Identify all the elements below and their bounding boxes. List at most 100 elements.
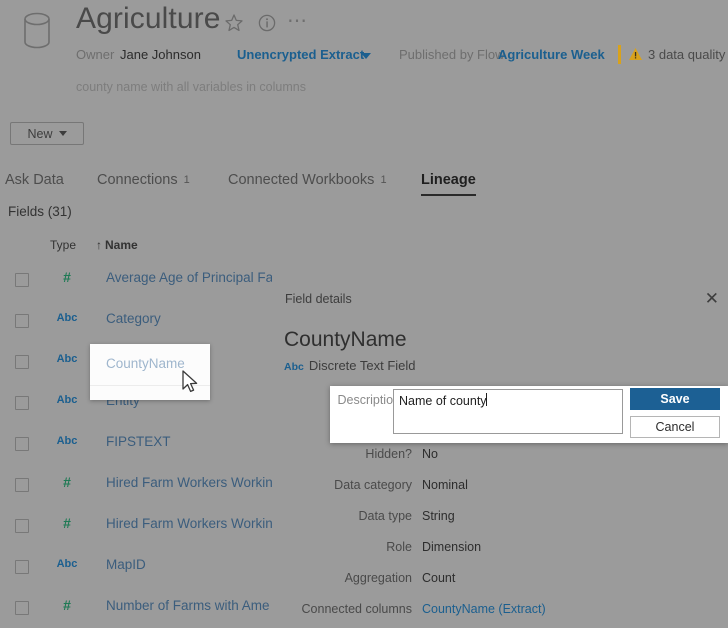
tab-lineage[interactable]: Lineage (421, 172, 476, 196)
property-value: No (422, 447, 438, 461)
tab-connections[interactable]: Connections 1 (97, 172, 190, 188)
cancel-button[interactable]: Cancel (630, 416, 720, 438)
sort-ascending-icon: ↑ (96, 238, 102, 252)
field-name-link[interactable]: MapID (106, 557, 146, 572)
numeric-type-icon: # (63, 515, 71, 531)
row-checkbox[interactable] (15, 437, 29, 451)
property-value: Count (422, 571, 456, 585)
row-checkbox[interactable] (15, 478, 29, 492)
chevron-down-icon (58, 131, 67, 136)
abc-icon: Abc (284, 361, 304, 373)
extract-type-link[interactable]: Unencrypted Extract (237, 47, 364, 62)
flow-name-link[interactable]: Agriculture Week (498, 47, 605, 62)
tab-connected-workbooks[interactable]: Connected Workbooks 1 (228, 172, 387, 188)
numeric-type-icon: # (63, 597, 71, 613)
abc-type-icon: Abc (56, 353, 78, 365)
table-row[interactable]: Abc FIPSTEXT (0, 426, 272, 467)
abc-type-icon: Abc (56, 558, 78, 570)
field-details-panel: Field details ✕ CountyName Abc Discrete T… (272, 290, 728, 628)
property-value: Nominal (422, 478, 468, 492)
save-button-label: Save (660, 392, 690, 406)
field-property-row: Data type String (272, 509, 728, 537)
table-row[interactable]: # Average Age of Principal Farm Operators… (0, 262, 272, 303)
property-value: Dimension (422, 540, 482, 554)
property-label: Connected columns (301, 602, 412, 616)
divider (618, 45, 621, 64)
row-checkbox[interactable] (15, 519, 29, 533)
tab-count: 1 (183, 174, 190, 186)
property-value-link[interactable]: CountyName (Extract) (422, 602, 546, 616)
row-checkbox[interactable] (15, 396, 29, 410)
property-label: Aggregation (344, 571, 412, 585)
fields-table: # Average Age of Principal Farm Operators… (0, 262, 272, 628)
field-details-name: CountyName (284, 328, 407, 351)
property-value: String (422, 509, 455, 523)
field-name-link[interactable]: Number of Farms with Ame (106, 598, 270, 613)
property-label: Role (386, 540, 412, 554)
row-checkbox[interactable] (15, 273, 29, 287)
dimmed-page-background: Agriculture ⋯ Owner Jane Johnson Unencry… (0, 0, 728, 628)
field-type-label: Discrete Text Field (308, 358, 416, 373)
property-label: Hidden? (365, 447, 412, 461)
tab-count: 1 (380, 174, 387, 186)
table-row[interactable]: Abc Category (0, 303, 272, 344)
close-icon[interactable]: ✕ (705, 290, 719, 307)
table-row[interactable]: Abc MapID (0, 549, 272, 590)
save-button[interactable]: Save (630, 388, 720, 410)
abc-type-icon: Abc (56, 435, 78, 447)
column-header-name[interactable]: ↑ Name (96, 238, 138, 252)
datasource-description: county name with all variables in column… (76, 80, 306, 94)
table-row[interactable]: # Number of Farms with Ame (0, 590, 272, 628)
table-row[interactable]: # Hired Farm Workers Working (0, 467, 272, 508)
column-header-name-label: Name (105, 238, 138, 252)
description-input[interactable] (393, 389, 623, 434)
row-checkbox[interactable] (15, 314, 29, 328)
new-button[interactable]: New (10, 122, 84, 145)
countyname-popup-label: CountyName (106, 356, 185, 371)
table-row[interactable]: # Hired Farm Workers Working (0, 508, 272, 549)
row-checkbox[interactable] (15, 601, 29, 615)
field-name-link[interactable]: Average Age of Principal Farm Operators:… (106, 270, 272, 285)
field-details-title: Field details (285, 292, 352, 306)
abc-type-icon: Abc (56, 394, 78, 406)
field-property-row: Connected columns CountyName (Extract) (272, 602, 728, 628)
cancel-button-label: Cancel (655, 420, 695, 434)
row-checkbox[interactable] (15, 560, 29, 574)
tab-label: Ask Data (5, 172, 64, 188)
numeric-type-icon: # (63, 474, 71, 490)
chevron-down-icon[interactable] (361, 53, 371, 59)
tab-label: Connected Workbooks (228, 172, 375, 188)
description-editor-modal: Description Save Cancel (330, 386, 728, 443)
property-label: Data category (334, 478, 412, 492)
star-icon[interactable] (224, 13, 244, 38)
warning-triangle-icon (628, 47, 643, 64)
fields-heading: Fields (31) (8, 204, 72, 219)
field-property-row: Data category Nominal (272, 478, 728, 506)
abc-type-icon: Abc (56, 312, 78, 324)
page-title: Agriculture (76, 2, 221, 35)
numeric-type-icon: # (63, 269, 71, 285)
field-name-link[interactable]: Hired Farm Workers Working (106, 516, 272, 531)
field-name-link[interactable]: FIPSTEXT (106, 434, 171, 449)
tab-ask-data[interactable]: Ask Data (5, 172, 64, 188)
published-by-label: Published by Flow (399, 47, 505, 62)
tab-bar: Ask Data Connections 1 Connected Workbook… (0, 172, 728, 200)
new-button-label: New (27, 126, 53, 141)
row-checkbox[interactable] (15, 355, 29, 369)
field-name-link[interactable]: Hired Farm Workers Working (106, 475, 272, 490)
tab-label: Lineage (421, 172, 476, 188)
field-property-row: Aggregation Count (272, 571, 728, 599)
page-header: Agriculture ⋯ Owner Jane Johnson Unencry… (0, 0, 728, 94)
field-details-type: Abc Discrete Text Field (284, 358, 416, 373)
field-property-row: Hidden? No (272, 447, 728, 475)
column-header-type[interactable]: Type (50, 238, 76, 252)
mouse-pointer-icon (182, 370, 202, 401)
metadata-row: Owner Jane Johnson Unencrypted Extract P… (0, 44, 728, 66)
info-icon[interactable] (257, 13, 277, 38)
text-caret (486, 393, 487, 406)
data-quality-warning-text[interactable]: 3 data quality w (648, 47, 728, 62)
owner-name: Jane Johnson (120, 47, 201, 62)
ellipsis-icon[interactable]: ⋯ (287, 10, 308, 32)
field-name-link[interactable]: Category (106, 311, 161, 326)
description-label: Description (337, 393, 400, 407)
